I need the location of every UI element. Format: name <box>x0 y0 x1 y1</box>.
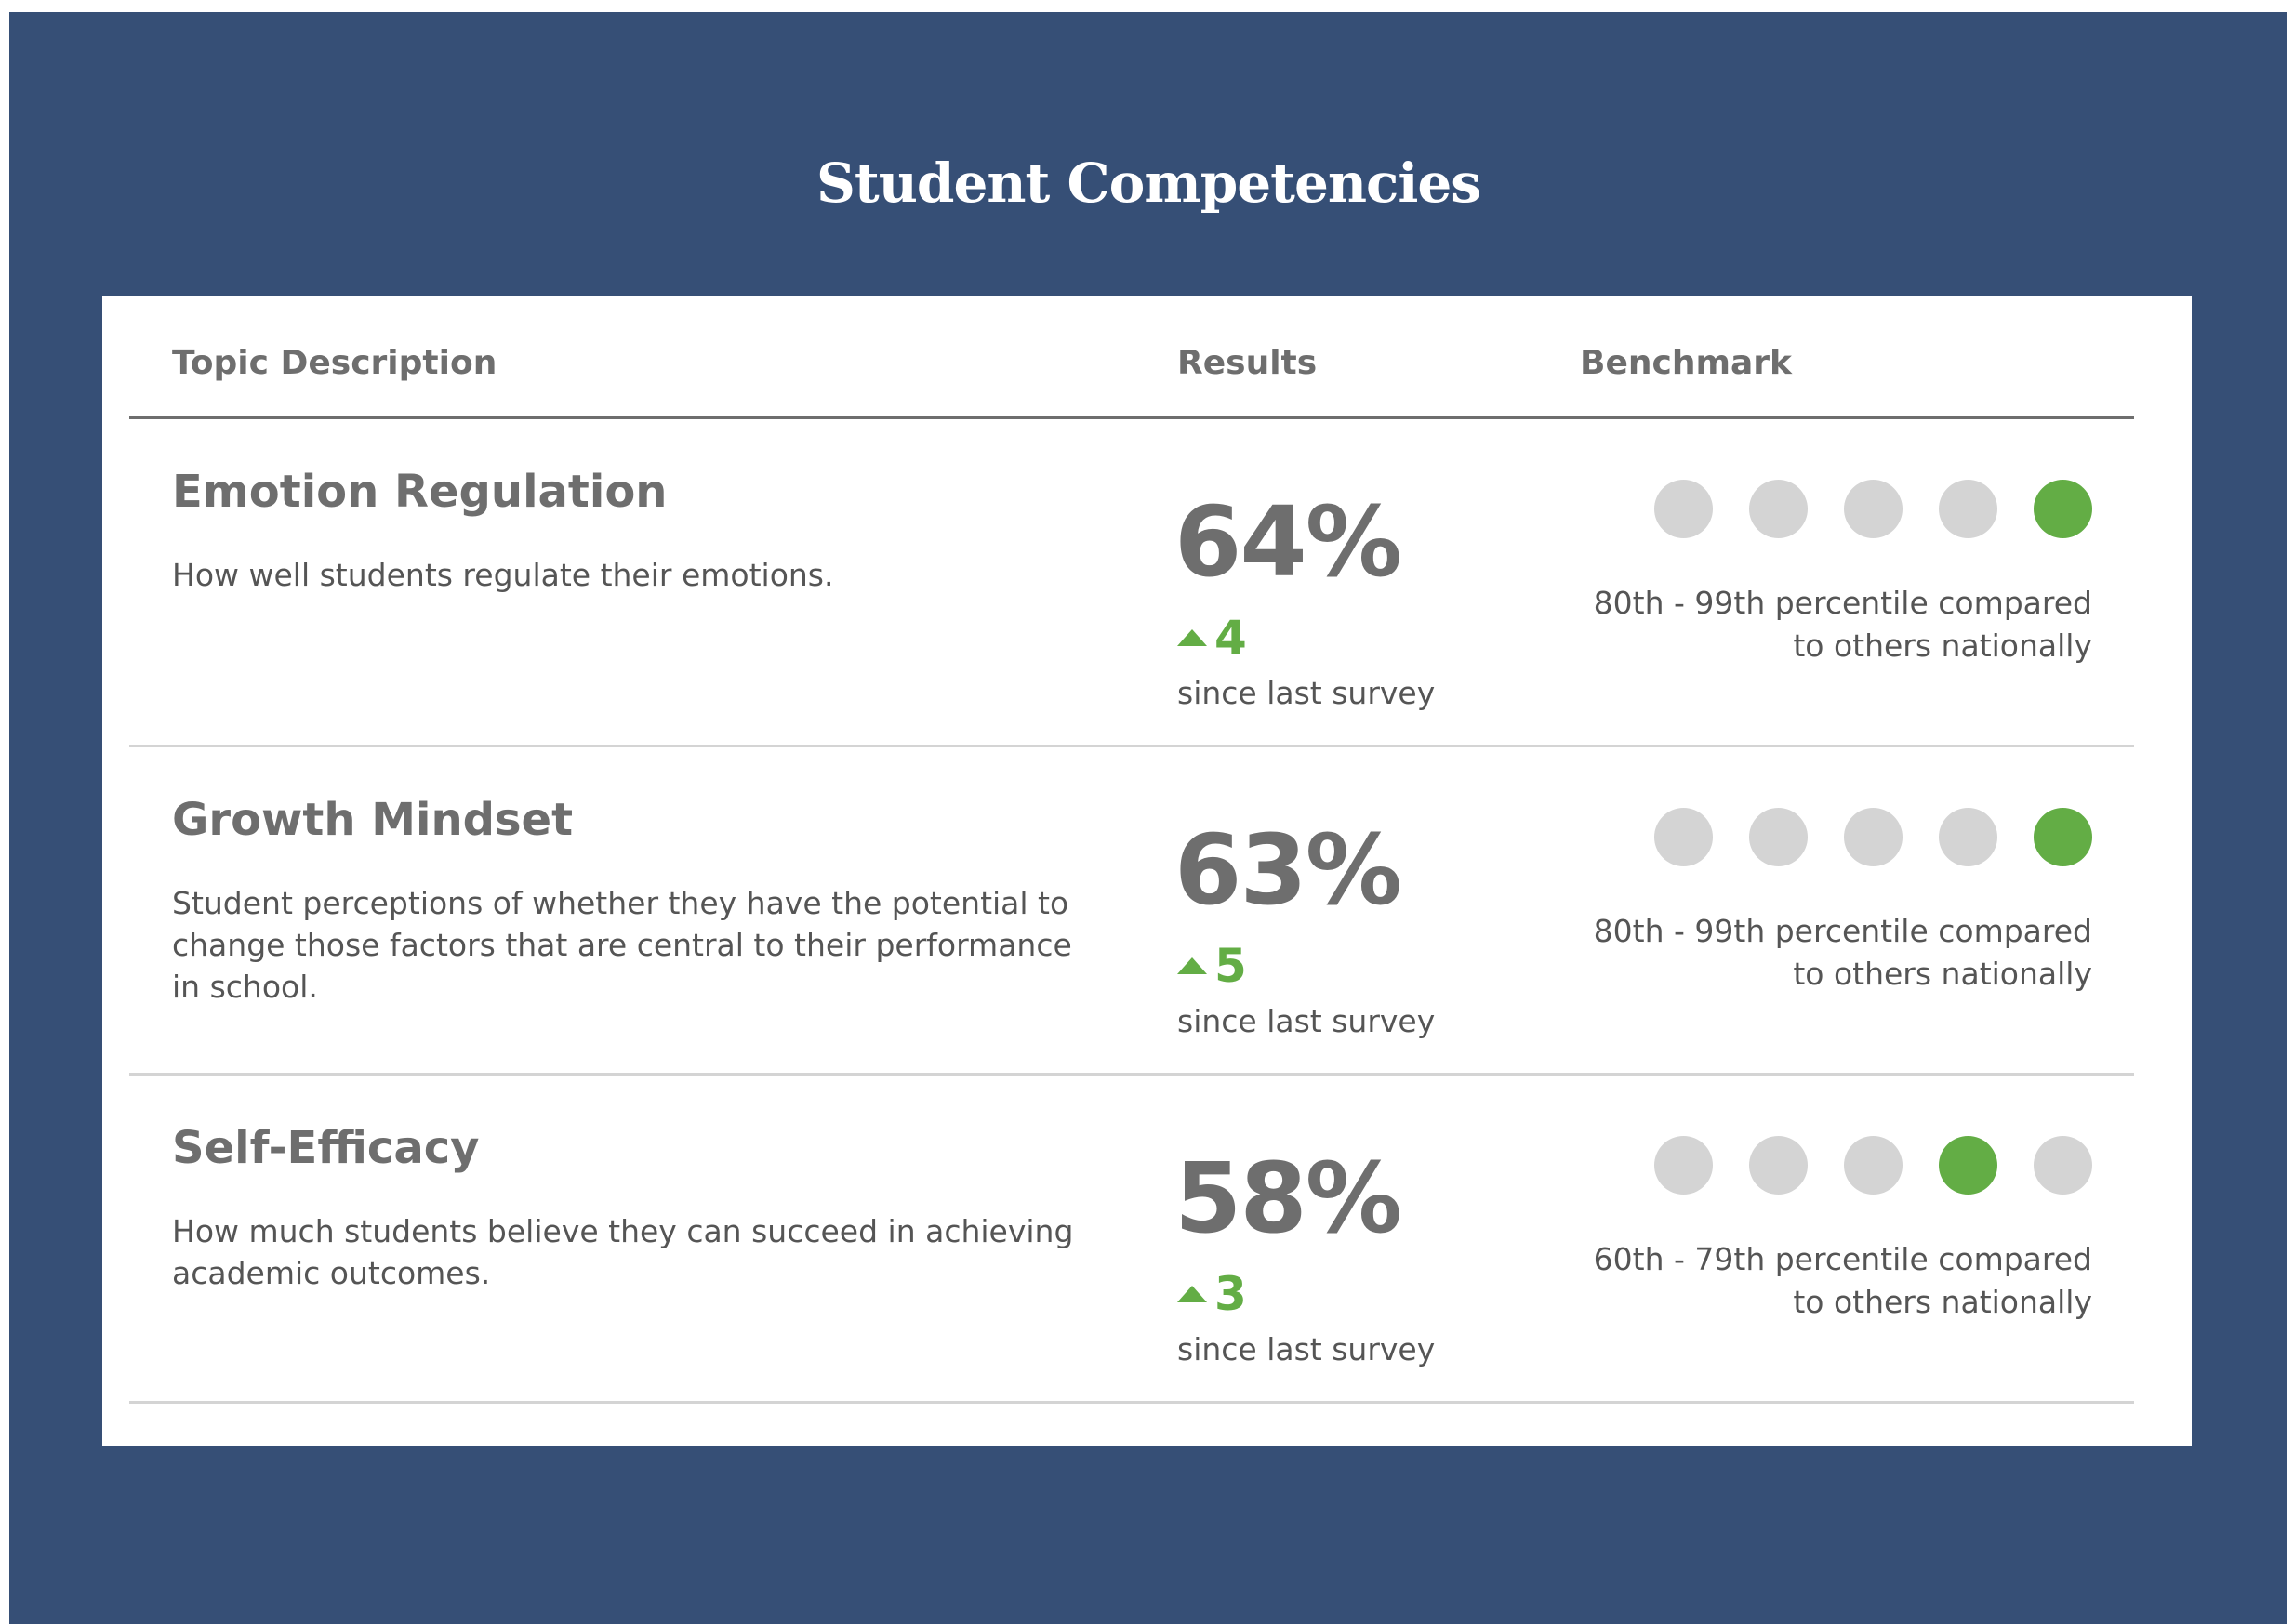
table-row: Emotion Regulation How well students reg… <box>129 419 2134 747</box>
since-last-survey-label: since last survey <box>1177 1003 1436 1039</box>
benchmark-description: 80th - 99th percentile compared to other… <box>1593 585 2092 664</box>
benchmark-dot <box>1749 808 1808 866</box>
topic-name: Self-Efficacy <box>172 1122 480 1174</box>
benchmark-dot <box>1844 808 1903 866</box>
triangle-up-icon <box>1177 957 1207 974</box>
benchmark-dots <box>1654 480 2092 538</box>
benchmark-dot <box>1939 480 1997 538</box>
benchmark-dot-active <box>2034 480 2092 538</box>
benchmark-dot <box>1654 1136 1713 1195</box>
change-value: 3 <box>1214 1267 1247 1321</box>
change-indicator: 4 <box>1177 614 1247 661</box>
topic-description: Student perceptions of whether they have… <box>172 885 1072 1005</box>
competencies-card: Topic Description Results Benchmark Emot… <box>102 296 2192 1446</box>
triangle-up-icon <box>1177 629 1207 646</box>
since-last-survey-label: since last survey <box>1177 1331 1436 1367</box>
benchmark-dot <box>1939 808 1997 866</box>
benchmark-dots <box>1654 1136 2092 1195</box>
benchmark-description: 80th - 99th percentile compared to other… <box>1593 913 2092 992</box>
table-header: Topic Description Results Benchmark <box>129 296 2134 419</box>
benchmark-dot <box>1749 480 1808 538</box>
table-row: Growth Mindset Student perceptions of wh… <box>129 747 2134 1076</box>
result-percentage: 58% <box>1174 1142 1402 1255</box>
report-page: Student Competencies Topic Description R… <box>9 12 2287 1624</box>
benchmark-dots <box>1654 808 2092 866</box>
header-benchmark: Benchmark <box>1580 344 1792 382</box>
header-results: Results <box>1177 344 1318 382</box>
benchmark-dot <box>2034 1136 2092 1195</box>
topic-name: Growth Mindset <box>172 794 574 846</box>
topic-description: How well students regulate their emotion… <box>172 557 834 593</box>
triangle-up-icon <box>1177 1286 1207 1302</box>
benchmark-dot <box>1749 1136 1808 1195</box>
benchmark-dot <box>1844 480 1903 538</box>
benchmark-dot <box>1654 808 1713 866</box>
benchmark-dot <box>1844 1136 1903 1195</box>
topic-name: Emotion Regulation <box>172 466 668 518</box>
change-value: 4 <box>1214 611 1247 665</box>
table-row: Self-Efficacy How much students believe … <box>129 1076 2134 1404</box>
page-title: Student Competencies <box>816 152 1481 215</box>
benchmark-dot-active <box>1939 1136 1997 1195</box>
header-topic-description: Topic Description <box>172 344 497 382</box>
benchmark-description: 60th - 79th percentile compared to other… <box>1593 1241 2092 1320</box>
benchmark-dot-active <box>2034 808 2092 866</box>
change-indicator: 3 <box>1177 1271 1247 1317</box>
topic-description: How much students believe they can succe… <box>172 1213 1074 1291</box>
change-indicator: 5 <box>1177 943 1247 989</box>
result-percentage: 64% <box>1174 485 1402 599</box>
benchmark-dot <box>1654 480 1713 538</box>
competencies-table: Topic Description Results Benchmark Emot… <box>129 296 2134 1404</box>
change-value: 5 <box>1214 939 1247 993</box>
result-percentage: 63% <box>1174 813 1402 927</box>
since-last-survey-label: since last survey <box>1177 675 1436 711</box>
